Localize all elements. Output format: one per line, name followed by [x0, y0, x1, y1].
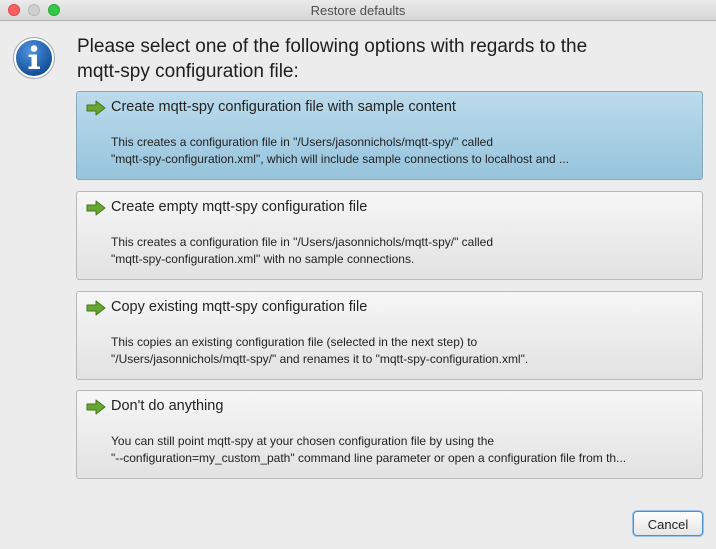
green-arrow-icon	[86, 200, 106, 216]
green-arrow-icon	[86, 399, 106, 415]
option-description-line: This copies an existing configuration fi…	[111, 335, 478, 349]
green-arrow-icon	[86, 300, 106, 316]
option-do-nothing[interactable]: Don't do anything You can still point mq…	[76, 390, 703, 479]
option-description-line: "mqtt-spy-configuration.xml" with no sam…	[111, 252, 415, 266]
option-description: This copies an existing configuration fi…	[111, 334, 696, 368]
title-bar: Restore defaults	[0, 0, 716, 21]
option-title: Copy existing mqtt-spy configuration fil…	[111, 299, 368, 315]
cancel-button[interactable]: Cancel	[633, 511, 703, 536]
header-line-2: mqtt-spy configuration file:	[77, 61, 299, 82]
option-description: This creates a configuration file in "/U…	[111, 134, 696, 168]
header-line-1: Please select one of the following optio…	[77, 36, 588, 57]
option-title: Create mqtt-spy configuration file with …	[111, 99, 456, 115]
window-title: Restore defaults	[310, 3, 406, 18]
header-message: Please select one of the following optio…	[77, 34, 687, 84]
option-create-empty[interactable]: Create empty mqtt-spy configuration file…	[76, 191, 703, 280]
option-description-line: "--configuration=my_custom_path" command…	[111, 451, 627, 465]
info-icon	[13, 37, 55, 79]
option-description-line: "/Users/jasonnichols/mqtt-spy/" and rena…	[111, 352, 529, 366]
option-description-line: This creates a configuration file in "/U…	[111, 235, 494, 249]
option-description: This creates a configuration file in "/U…	[111, 234, 696, 268]
option-description: You can still point mqtt-spy at your cho…	[111, 433, 696, 467]
option-title: Create empty mqtt-spy configuration file	[111, 199, 368, 215]
option-title: Don't do anything	[111, 398, 224, 414]
option-description-line: This creates a configuration file in "/U…	[111, 135, 494, 149]
option-description-line: "mqtt-spy-configuration.xml", which will…	[111, 152, 570, 166]
green-arrow-icon	[86, 100, 106, 116]
option-copy-existing[interactable]: Copy existing mqtt-spy configuration fil…	[76, 291, 703, 380]
option-create-with-sample[interactable]: Create mqtt-spy configuration file with …	[76, 91, 703, 180]
option-description-line: You can still point mqtt-spy at your cho…	[111, 434, 495, 448]
